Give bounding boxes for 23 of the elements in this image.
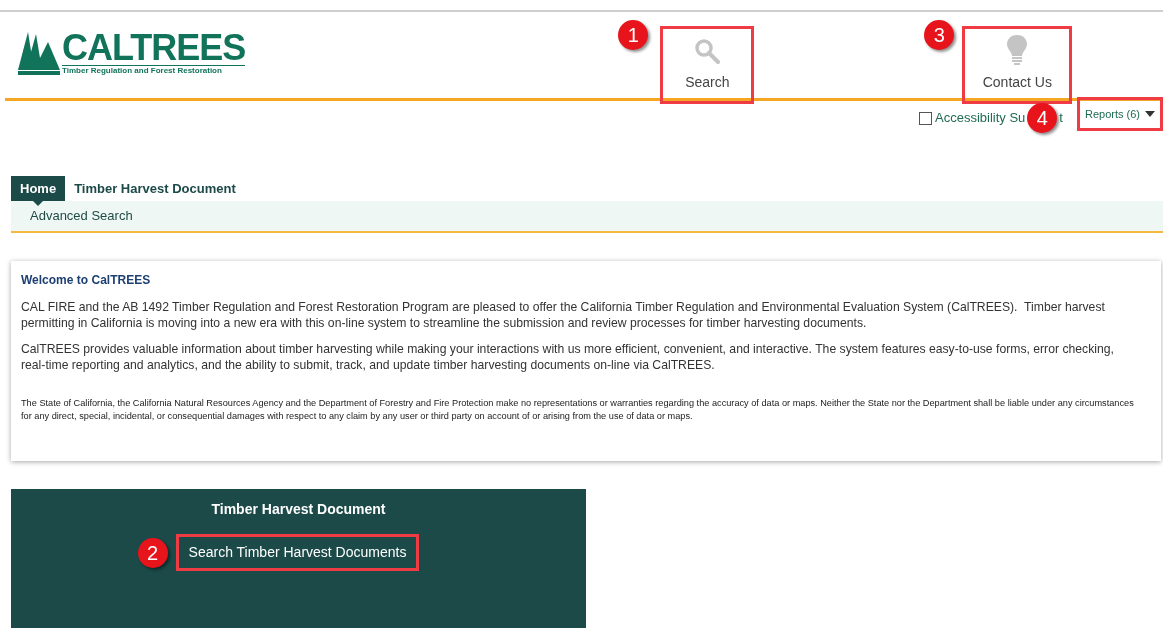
subnav-link[interactable]: Advanced Search [30,206,133,226]
search-documents-link[interactable]: Search Timber Harvest Documents [175,534,420,571]
logo[interactable]: CALTREES Timber Regulation and Forest Restoration [18,30,246,76]
accessibility-checkbox[interactable] [919,111,933,125]
callout-badge: 1 [618,20,649,50]
lightbulb-icon [1006,34,1029,66]
search-nav-button[interactable]: Search [660,26,755,104]
reports-dropdown[interactable]: Reports (6) [1076,97,1163,131]
welcome-paragraph: CalTREES provides valuable information about timber harvesting while making your interactions with us more efficient, convenient, and interactive. The system features easy-to-use forms, error checking, real-time reporting and analytics, and the ability to submit, track, and update timber harvesting documents on-line via CalTREES. [21,341,1115,373]
callout-badge: 3 [924,20,955,50]
caret-down-icon [1145,111,1155,117]
panel-title: Timber Harvest Document [211,500,386,519]
callout-badge: 4 [1027,103,1058,133]
contact-nav-button[interactable]: Contact Us [962,26,1073,104]
logo-name: CALTREES [62,31,246,65]
callout-badge: 2 [137,537,168,568]
logo-tagline: Timber Regulation and Forest Restoration [62,65,246,76]
search-icon [694,38,721,64]
disclaimer-text: The State of California, the California Natural Resources Agency and the Department of Forestry and Fire Protection make no representations or warranties regarding the accuracy of data or maps. Neither the State nor the Department shall be liable under any circumstances for any direct, special, incidental, or consequential damages with respect to any claim by any user or third party on account of or arising from the use of data or maps. [21,397,1135,423]
welcome-paragraph: CAL FIRE and the AB 1492 Timber Regulation and Forest Restoration Program are pleased to offer the California Timber Regulation and Environmental Evaluation System (CalTREES). Timber harvest permitting in California is moving into a new era with this on-line system to streamline the submission and review processes for timber harvesting documents. [21,299,1106,331]
accessibility-label[interactable]: Accessibility Su [935,108,1026,128]
welcome-title: Welcome to CalTREES [21,272,152,289]
accessibility-label[interactable]: t [1059,108,1063,128]
